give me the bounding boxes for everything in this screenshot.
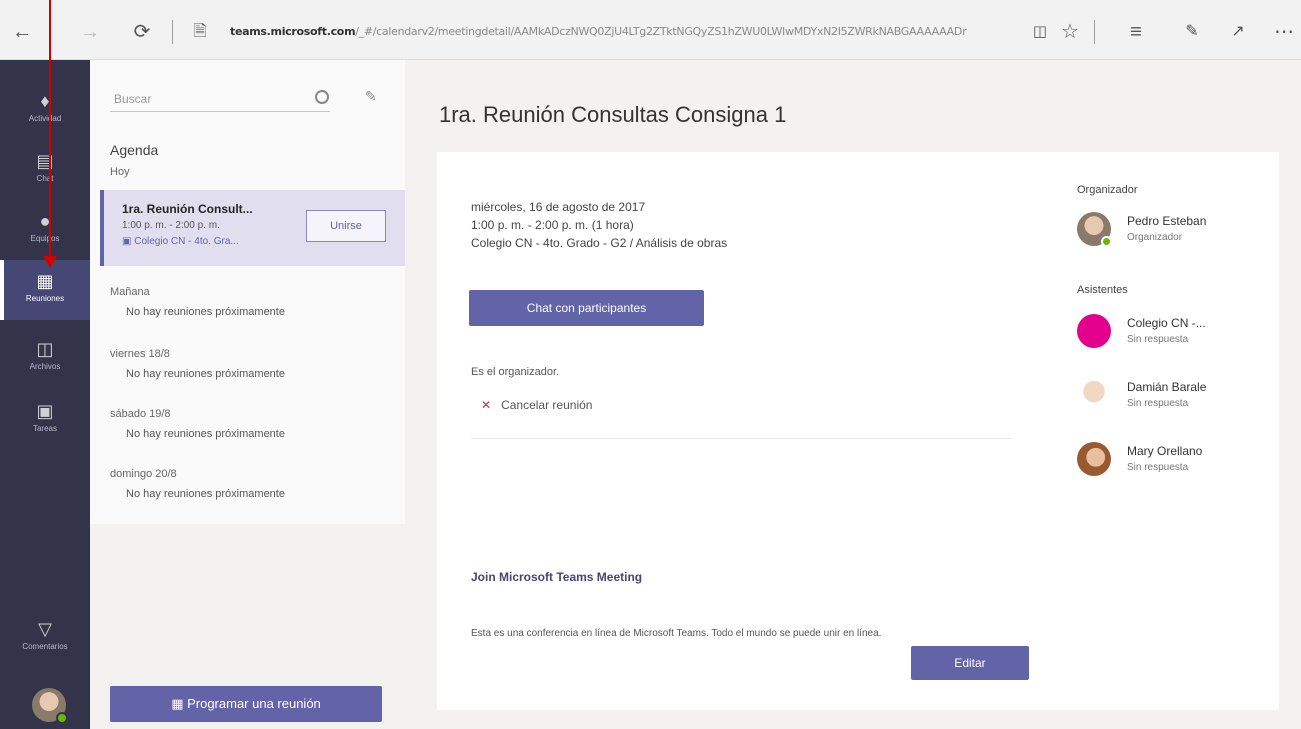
share-icon[interactable]: ↗ [1226, 22, 1250, 42]
schedule-meeting-button[interactable]: ▦ Programar una reunión [110, 686, 382, 722]
meeting-list-item[interactable]: 1ra. Reunión Consult... 1:00 p. m. - 2:0… [100, 190, 405, 266]
day-group: sábado 19/8 No hay reuniones próximament… [110, 408, 285, 440]
meeting-time: 1:00 p. m. - 2:00 p. m. (1 hora) [471, 218, 634, 232]
app-rail: ♦ Actividad ▤ Chat ● Equipos ▦ Reuniones… [0, 60, 90, 729]
attendee-person[interactable]: Mary Orellano Sin respuesta [1077, 442, 1267, 486]
edit-button[interactable]: Editar [911, 646, 1029, 680]
attendee-person[interactable]: Damián Barale Sin respuesta [1077, 378, 1267, 422]
close-icon: ✕ [481, 398, 492, 412]
no-meetings-text: No hay reuniones próximamente [126, 368, 285, 380]
meeting-channel: ▣ Colegio CN - 4to. Gra... [122, 236, 239, 247]
day-group: domingo 20/8 No hay reuniones próximamen… [110, 468, 285, 500]
rail-item-activity[interactable]: ♦ Actividad [0, 80, 90, 140]
page-title: 1ra. Reunión Consultas Consigna 1 [439, 102, 787, 127]
organizer-person[interactable]: Pedro Esteban Organizador [1077, 212, 1267, 256]
search-input[interactable]: Buscar [110, 84, 330, 112]
divider [471, 438, 1011, 439]
cancel-meeting-link[interactable]: ✕ Cancelar reunión [481, 398, 592, 412]
tasks-icon: ▣ [36, 401, 54, 421]
today-label: Hoy [110, 166, 130, 178]
no-meetings-text: No hay reuniones próximamente [126, 306, 285, 318]
page-icon: 🗎 [193, 23, 207, 40]
chat-icon: ▤ [36, 151, 54, 171]
agenda-title: Agenda [110, 142, 159, 158]
rail-item-teams[interactable]: ● Equipos [0, 200, 90, 260]
organizer-heading: Organizador [1077, 184, 1138, 196]
feedback-icon: ▽ [38, 619, 52, 639]
annotate-icon[interactable]: ✎ [1180, 22, 1204, 42]
favorite-star-icon[interactable]: ☆ [1058, 22, 1082, 42]
avatar [1077, 378, 1111, 412]
user-avatar[interactable] [32, 688, 68, 724]
presence-dot [56, 712, 68, 724]
forward-icon[interactable]: → [78, 22, 102, 42]
annotation-arrow-head [43, 256, 57, 268]
avatar [1077, 442, 1111, 476]
browser-toolbar: ← → ⟳ 🗎 teams.microsoft.com/_#/calendarv… [0, 0, 1301, 60]
rail-item-meetings[interactable]: ▦ Reuniones [0, 260, 90, 320]
rail-item-tasks[interactable]: ▣ Tareas [0, 390, 90, 450]
more-icon[interactable]: ⋯ [1272, 22, 1296, 42]
avatar [1077, 314, 1111, 348]
meeting-detail: 1ra. Reunión Consultas Consigna 1 miérco… [405, 60, 1301, 729]
attendees-heading: Asistentes [1077, 284, 1128, 296]
meeting-card: miércoles, 16 de agosto de 2017 1:00 p. … [437, 152, 1279, 710]
rail-item-feedback[interactable]: ▽ Comentarios [0, 608, 90, 668]
meeting-title: 1ra. Reunión Consult... [122, 202, 253, 216]
attendee-person[interactable]: Colegio CN -... Sin respuesta [1077, 314, 1267, 358]
toolbar-separator [1094, 20, 1095, 44]
meeting-description: Esta es una conferencia en línea de Micr… [471, 628, 882, 639]
join-button[interactable]: Unirse [306, 210, 386, 242]
annotation-arrow [49, 0, 51, 258]
meeting-date: miércoles, 16 de agosto de 2017 [471, 200, 646, 214]
refresh-icon[interactable]: ⟳ [130, 22, 154, 42]
day-label: viernes 18/8 [110, 348, 170, 360]
chat-with-participants-button[interactable]: Chat con participantes [469, 290, 704, 326]
back-icon[interactable]: ← [10, 22, 34, 42]
reading-view-icon[interactable]: ◫ [1028, 22, 1052, 42]
day-group: viernes 18/8 No hay reuniones próximamen… [110, 348, 285, 380]
meeting-time: 1:00 p. m. - 2:00 p. m. [122, 220, 220, 231]
calendar-add-icon: ▦ [171, 696, 188, 711]
no-meetings-text: No hay reuniones próximamente [126, 488, 285, 500]
day-label: Mañana [110, 286, 150, 298]
rail-item-chat[interactable]: ▤ Chat [0, 140, 90, 200]
meeting-location: Colegio CN - 4to. Grado - G2 / Análisis … [471, 236, 728, 250]
address-bar[interactable]: teams.microsoft.com/_#/calendarv2/meetin… [230, 25, 1000, 43]
calendar-icon: ▦ [36, 271, 54, 291]
files-icon: ◫ [36, 339, 54, 359]
toolbar-separator [172, 20, 173, 44]
presence-dot [1101, 236, 1112, 247]
teams-icon: ● [39, 211, 51, 231]
no-meetings-text: No hay reuniones próximamente [126, 428, 285, 440]
search-icon[interactable] [315, 90, 329, 104]
day-label: sábado 19/8 [110, 408, 171, 420]
compose-icon[interactable]: ✎ [365, 88, 377, 105]
bell-icon: ♦ [40, 91, 50, 111]
agenda-list: Buscar ✎ Agenda Hoy 1ra. Reunión Consult… [90, 60, 405, 524]
rail-item-files[interactable]: ◫ Archivos [0, 328, 90, 388]
join-teams-meeting-link[interactable]: Join Microsoft Teams Meeting [471, 570, 642, 584]
day-group: Mañana No hay reuniones próximamente [110, 286, 285, 318]
hub-icon[interactable]: ≡ [1124, 22, 1148, 42]
day-label: domingo 20/8 [110, 468, 177, 480]
channel-icon: ▣ [122, 236, 135, 247]
agenda-panel: Buscar ✎ Agenda Hoy 1ra. Reunión Consult… [90, 60, 405, 729]
organizer-note: Es el organizador. [471, 366, 560, 378]
